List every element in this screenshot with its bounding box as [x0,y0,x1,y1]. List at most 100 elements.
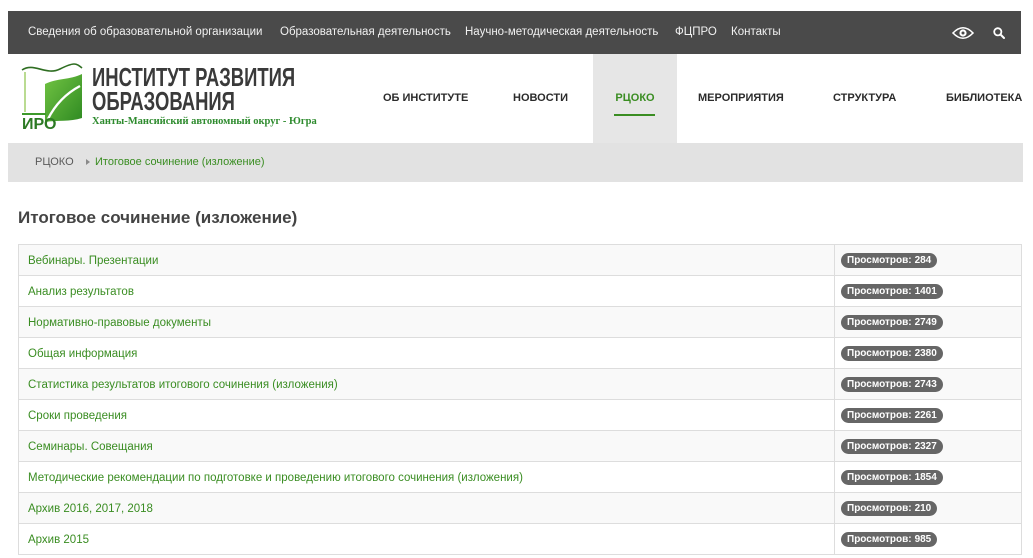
views-count: 985 [914,533,932,545]
views-cell: Просмотров: 210 [835,493,1021,523]
nav-item-label: СТРУКТУРА [833,92,897,104]
logo-mark: ИРО [18,60,85,130]
logo-underline [22,113,46,115]
views-count: 2327 [914,440,937,452]
document-title-cell: Нормативно-правовые документы [19,307,835,337]
document-title-cell: Сроки проведения [19,400,835,430]
search-icon[interactable] [993,11,1005,54]
nav-item-events[interactable]: МЕРОПРИЯТИЯ [698,54,784,143]
views-label: Просмотров: [847,502,912,514]
nav-item-news[interactable]: НОВОСТИ [513,54,568,143]
top-menu-item-contacts[interactable]: Контакты [731,11,781,54]
document-link[interactable]: Общая информация [28,348,137,360]
views-badge: Просмотров: 985 [841,531,938,547]
views-badge: Просмотров: 284 [841,252,938,268]
search-handle [999,33,1005,39]
document-link[interactable]: Вебинары. Презентации [28,255,158,267]
views-count: 2380 [914,347,937,359]
views-badge: Просмотров: 2261 [841,407,943,423]
document-link[interactable]: Архив 2016, 2017, 2018 [28,503,153,515]
views-cell: Просмотров: 2743 [835,369,1021,399]
table-row: Семинары. Совещания Просмотров: 2327 [19,431,1021,462]
nav-item-about[interactable]: ОБ ИНСТИТУТЕ [383,54,468,143]
document-title-cell: Методические рекомендации по подготовке … [19,462,835,492]
table-row: Сроки проведения Просмотров: 2261 [19,400,1021,431]
views-cell: Просмотров: 1854 [835,462,1021,492]
document-title-cell: Анализ результатов [19,276,835,306]
eye-pupil [961,31,965,34]
views-cell: Просмотров: 1401 [835,276,1021,306]
table-row: Архив 2015 Просмотров: 985 [19,524,1021,555]
views-count: 2743 [914,378,937,390]
views-count: 210 [914,502,932,514]
breadcrumb-item-current[interactable]: Итоговое сочинение (изложение) [95,143,265,182]
views-label: Просмотров: [847,440,912,452]
views-label: Просмотров: [847,409,912,421]
nav-item-structure[interactable]: СТРУКТУРА [833,54,896,143]
breadcrumb-item-rcoko[interactable]: РЦОКО [35,143,74,182]
nav-item-label: ОБ ИНСТИТУТЕ [383,92,469,104]
views-cell: Просмотров: 2380 [835,338,1021,368]
document-link[interactable]: Архив 2015 [28,534,89,546]
nav-item-label: БИБЛИОТЕКА [946,92,1023,104]
documents-table: Вебинары. Презентации Просмотров: 284 Ана… [18,244,1022,555]
eye-icon-graphic [952,26,974,39]
eye-icon[interactable] [952,11,974,54]
document-link[interactable]: Статистика результатов итогового сочинен… [28,379,338,391]
top-menu-item-education[interactable]: Образовательная деятельность [280,11,451,54]
views-cell: Просмотров: 284 [835,245,1021,275]
document-title-cell: Семинары. Совещания [19,431,835,461]
logo-mark-text: ИРО [22,116,56,130]
views-label: Просмотров: [847,378,912,390]
nav-item-rcoko[interactable]: РЦОКО [593,54,677,143]
views-label: Просмотров: [847,254,912,266]
document-link[interactable]: Сроки проведения [28,410,127,422]
document-title-cell: Статистика результатов итогового сочинен… [19,369,835,399]
page: Сведения об образовательной организации … [0,0,1033,558]
views-badge: Просмотров: 2380 [841,345,943,361]
views-count: 2261 [914,409,937,421]
views-label: Просмотров: [847,533,912,545]
document-link[interactable]: Нормативно-правовые документы [28,317,211,329]
top-menu-item-org-info[interactable]: Сведения об образовательной организации [28,11,262,54]
views-count: 2749 [914,316,937,328]
top-menu-item-methodology[interactable]: Научно-методическая деятельность [465,11,658,54]
views-label: Просмотров: [847,285,912,297]
document-link[interactable]: Семинары. Совещания [28,441,153,453]
nav-item-label: РЦОКО [615,92,655,104]
table-row: Статистика результатов итогового сочинен… [19,369,1021,400]
document-link[interactable]: Методические рекомендации по подготовке … [28,472,523,484]
nav-item-label: МЕРОПРИЯТИЯ [698,92,784,104]
views-count: 1854 [914,471,937,483]
logo-region: Ханты-Мансийский автономный округ - Югра [92,116,317,127]
views-badge: Просмотров: 210 [841,500,938,516]
document-link[interactable]: Анализ результатов [28,286,134,298]
views-badge: Просмотров: 2327 [841,438,943,454]
views-label: Просмотров: [847,347,912,359]
nav-item-library[interactable]: БИБЛИОТЕКА [946,54,1022,143]
views-cell: Просмотров: 2261 [835,400,1021,430]
caret-right-icon [86,159,90,165]
page-title: Итоговое сочинение (изложение) [18,208,298,227]
breadcrumb: РЦОКО Итоговое сочинение (изложение) [8,143,1023,182]
views-cell: Просмотров: 2327 [835,431,1021,461]
views-badge: Просмотров: 2743 [841,376,943,392]
document-title-cell: Архив 2016, 2017, 2018 [19,493,835,523]
top-menu-item-fcpro[interactable]: ФЦПРО [675,11,717,54]
document-title-cell: Вебинары. Презентации [19,245,835,275]
views-count: 1401 [914,285,937,297]
views-badge: Просмотров: 1854 [841,469,943,485]
views-label: Просмотров: [847,471,912,483]
table-row: Анализ результатов Просмотров: 1401 [19,276,1021,307]
table-row: Вебинары. Презентации Просмотров: 284 [19,245,1021,276]
table-row: Методические рекомендации по подготовке … [19,462,1021,493]
views-count: 284 [914,254,932,266]
table-row: Общая информация Просмотров: 2380 [19,338,1021,369]
search-icon-graphic [993,26,1005,39]
views-cell: Просмотров: 2749 [835,307,1021,337]
views-label: Просмотров: [847,316,912,328]
site-logo[interactable]: ИРО ИНСТИТУТ РАЗВИТИЯ ОБРАЗОВАНИЯ Ханты-… [0,54,320,143]
logo-title-line2: ОБРАЗОВАНИЯ [92,86,235,116]
document-title-cell: Архив 2015 [19,524,835,554]
top-menu-bar: Сведения об образовательной организации … [8,11,1021,54]
